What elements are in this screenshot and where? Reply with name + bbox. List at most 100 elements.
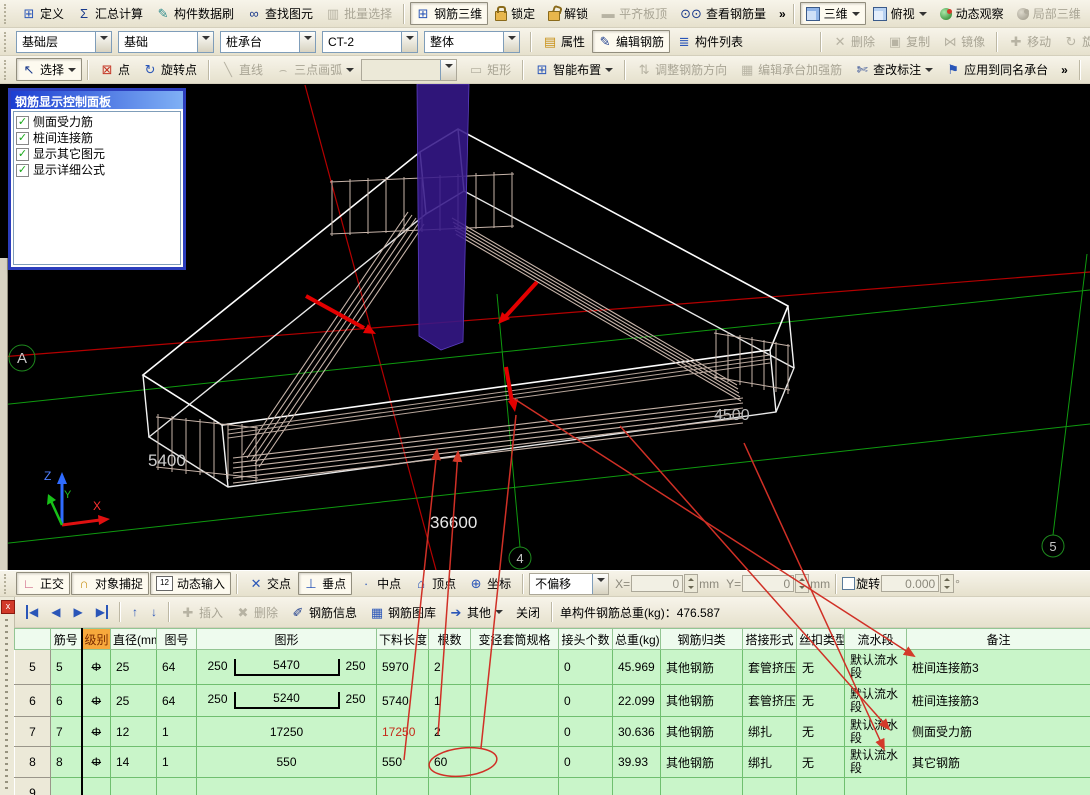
header-thread-type[interactable]: 丝扣类型 xyxy=(797,629,845,650)
rect-button[interactable]: ▭矩形 xyxy=(463,58,517,81)
row-selector[interactable]: 5 xyxy=(15,650,51,685)
category-combobox[interactable]: 基础 xyxy=(118,31,214,53)
cell-note[interactable]: 其它钢筋 xyxy=(907,747,1090,778)
cell-no[interactable]: 7 xyxy=(51,717,82,747)
lock-button[interactable]: 锁定 xyxy=(489,2,541,25)
cell-count[interactable]: 1 xyxy=(429,685,471,717)
cell-cut-length[interactable]: 550 xyxy=(377,747,429,778)
chevron-down-icon[interactable] xyxy=(95,32,111,52)
cell-fig-no[interactable]: 1 xyxy=(157,747,197,778)
header-diameter[interactable]: 直径(mm) xyxy=(111,629,157,650)
close-table-button[interactable]: 关闭 xyxy=(510,601,546,624)
check-annotation-button[interactable]: ✄查改标注 xyxy=(849,58,939,81)
define-button[interactable]: ⊞定义 xyxy=(16,2,70,25)
coordinate-snap-button[interactable]: ⊕坐标 xyxy=(463,572,517,595)
cell-count[interactable]: 2 xyxy=(429,650,471,685)
cell-flow-section[interactable]: 默认流水段 xyxy=(845,650,907,685)
cell-category[interactable]: 其他钢筋 xyxy=(661,685,743,717)
view-3d-button[interactable]: 三维 xyxy=(800,2,866,25)
delete-button[interactable]: ✕删除 xyxy=(827,30,881,53)
cell-sleeve-spec[interactable] xyxy=(471,650,559,685)
cell-weight[interactable]: 30.636 xyxy=(613,717,661,747)
header-lap-type[interactable]: 搭接形式 xyxy=(743,629,797,650)
cell-sleeve-spec[interactable] xyxy=(471,717,559,747)
cell-thread-type[interactable]: 无 xyxy=(797,650,845,685)
rotate-checkbox[interactable] xyxy=(842,577,855,590)
cell-grade[interactable]: Φ xyxy=(82,747,111,778)
top-view-button[interactable]: 俯视 xyxy=(867,2,933,25)
row-selector[interactable]: 8 xyxy=(15,747,51,778)
header-flow-section[interactable]: 流水段 xyxy=(845,629,907,650)
partial-3d-button[interactable]: 局部三维 xyxy=(1011,2,1087,25)
toolbar-grip[interactable] xyxy=(4,574,11,594)
cell-shape[interactable]: 2505240250 xyxy=(197,685,377,717)
checkbox-pile-connect-rebar[interactable]: ✓桩间连接筋 xyxy=(16,130,178,146)
x-coordinate-input[interactable]: 0 xyxy=(631,575,683,592)
chevron-down-icon[interactable] xyxy=(440,60,456,80)
checkbox-side-rebar[interactable]: ✓侧面受力筋 xyxy=(16,114,178,130)
header-weight[interactable]: 总重(kg) xyxy=(613,629,661,650)
empty-combobox[interactable] xyxy=(361,59,457,81)
cell-note[interactable]: 桩间连接筋3 xyxy=(907,650,1090,685)
y-coordinate-input[interactable]: 0 xyxy=(742,575,794,592)
perpendicular-snap-button[interactable]: ⊥垂点 xyxy=(298,572,352,595)
cell-diameter[interactable]: 12 xyxy=(111,717,157,747)
chevron-down-icon[interactable] xyxy=(592,574,608,594)
layer-combobox[interactable]: 基础层 xyxy=(16,31,112,53)
toolbar-overflow-button[interactable]: » xyxy=(1055,60,1074,80)
cell-flow-section[interactable]: 默认流水段 xyxy=(845,717,907,747)
rotate-angle-input[interactable]: 0.000 xyxy=(881,575,939,592)
cell-thread-type[interactable]: 无 xyxy=(797,747,845,778)
left-splitter[interactable] xyxy=(0,258,8,570)
move-button[interactable]: ✚移动 xyxy=(1003,30,1057,53)
header-fig-no[interactable]: 图号 xyxy=(157,629,197,650)
chevron-down-icon[interactable] xyxy=(401,32,417,52)
cell-cut-length[interactable] xyxy=(377,778,429,795)
rotate-button[interactable]: ↻旋转 xyxy=(1058,30,1090,53)
cell-thread-type[interactable] xyxy=(797,778,845,795)
header-cut-length[interactable]: 下料长度 xyxy=(377,629,429,650)
cell-lap-type[interactable]: 套管挤压 xyxy=(743,685,797,717)
rebar-3d-button[interactable]: ⊞钢筋三维 xyxy=(410,2,488,25)
table-row-empty[interactable]: 9 xyxy=(15,778,1090,795)
component-type-combobox[interactable]: 桩承台 xyxy=(220,31,316,53)
cell-thread-type[interactable]: 无 xyxy=(797,685,845,717)
component-list-button[interactable]: ≣构件列表 xyxy=(671,30,749,53)
cell-weight[interactable] xyxy=(613,778,661,795)
flush-slab-top-button[interactable]: ▬平齐板顶 xyxy=(595,2,673,25)
cell-lap-type[interactable]: 绑扎 xyxy=(743,747,797,778)
cell-no[interactable]: 6 xyxy=(51,685,82,717)
properties-button[interactable]: ▤属性 xyxy=(537,30,591,53)
rotate-spinner[interactable] xyxy=(940,574,954,593)
mode-combobox[interactable]: 整体 xyxy=(424,31,520,53)
row-selector[interactable]: 6 xyxy=(15,685,51,717)
cell-lap-type[interactable]: 绑扎 xyxy=(743,717,797,747)
cell-grade[interactable]: Φ xyxy=(82,685,111,717)
cell-joint-count[interactable]: 0 xyxy=(559,685,613,717)
cell-diameter[interactable] xyxy=(111,778,157,795)
toolbar-grip[interactable] xyxy=(4,60,11,80)
cell-fig-no[interactable]: 64 xyxy=(157,685,197,717)
sum-calc-button[interactable]: Σ汇总计算 xyxy=(71,2,149,25)
chevron-down-icon[interactable] xyxy=(197,32,213,52)
view-rebar-qty-button[interactable]: ⊙⊙查看钢筋量 xyxy=(674,2,772,25)
cell-joint-count[interactable]: 0 xyxy=(559,747,613,778)
apply-to-same-button[interactable]: ⚑应用到同名承台 xyxy=(940,58,1054,81)
nav-prev-button[interactable]: ◀ xyxy=(45,602,66,622)
cell-joint-count[interactable]: 0 xyxy=(559,717,613,747)
cell-cut-length[interactable]: 5740 xyxy=(377,685,429,717)
header-sleeve-spec[interactable]: 变径套筒规格 xyxy=(471,629,559,650)
cell-note[interactable]: 桩间连接筋3 xyxy=(907,685,1090,717)
toolbar-grip[interactable] xyxy=(4,32,11,52)
cell-category[interactable] xyxy=(661,778,743,795)
delete-row-button[interactable]: ✖删除 xyxy=(230,601,284,624)
select-button[interactable]: ↖选择 xyxy=(16,58,82,81)
header-count[interactable]: 根数 xyxy=(429,629,471,650)
arc-3pt-button[interactable]: ⌢三点画弧 xyxy=(270,58,360,81)
cell-diameter[interactable]: 25 xyxy=(111,650,157,685)
nav-last-button[interactable]: ▶ xyxy=(90,602,114,622)
smart-layout-button[interactable]: ⊞智能布置 xyxy=(529,58,619,81)
cell-category[interactable]: 其他钢筋 xyxy=(661,717,743,747)
cell-note[interactable]: 侧面受力筋 xyxy=(907,717,1090,747)
cell-shape[interactable] xyxy=(197,778,377,795)
